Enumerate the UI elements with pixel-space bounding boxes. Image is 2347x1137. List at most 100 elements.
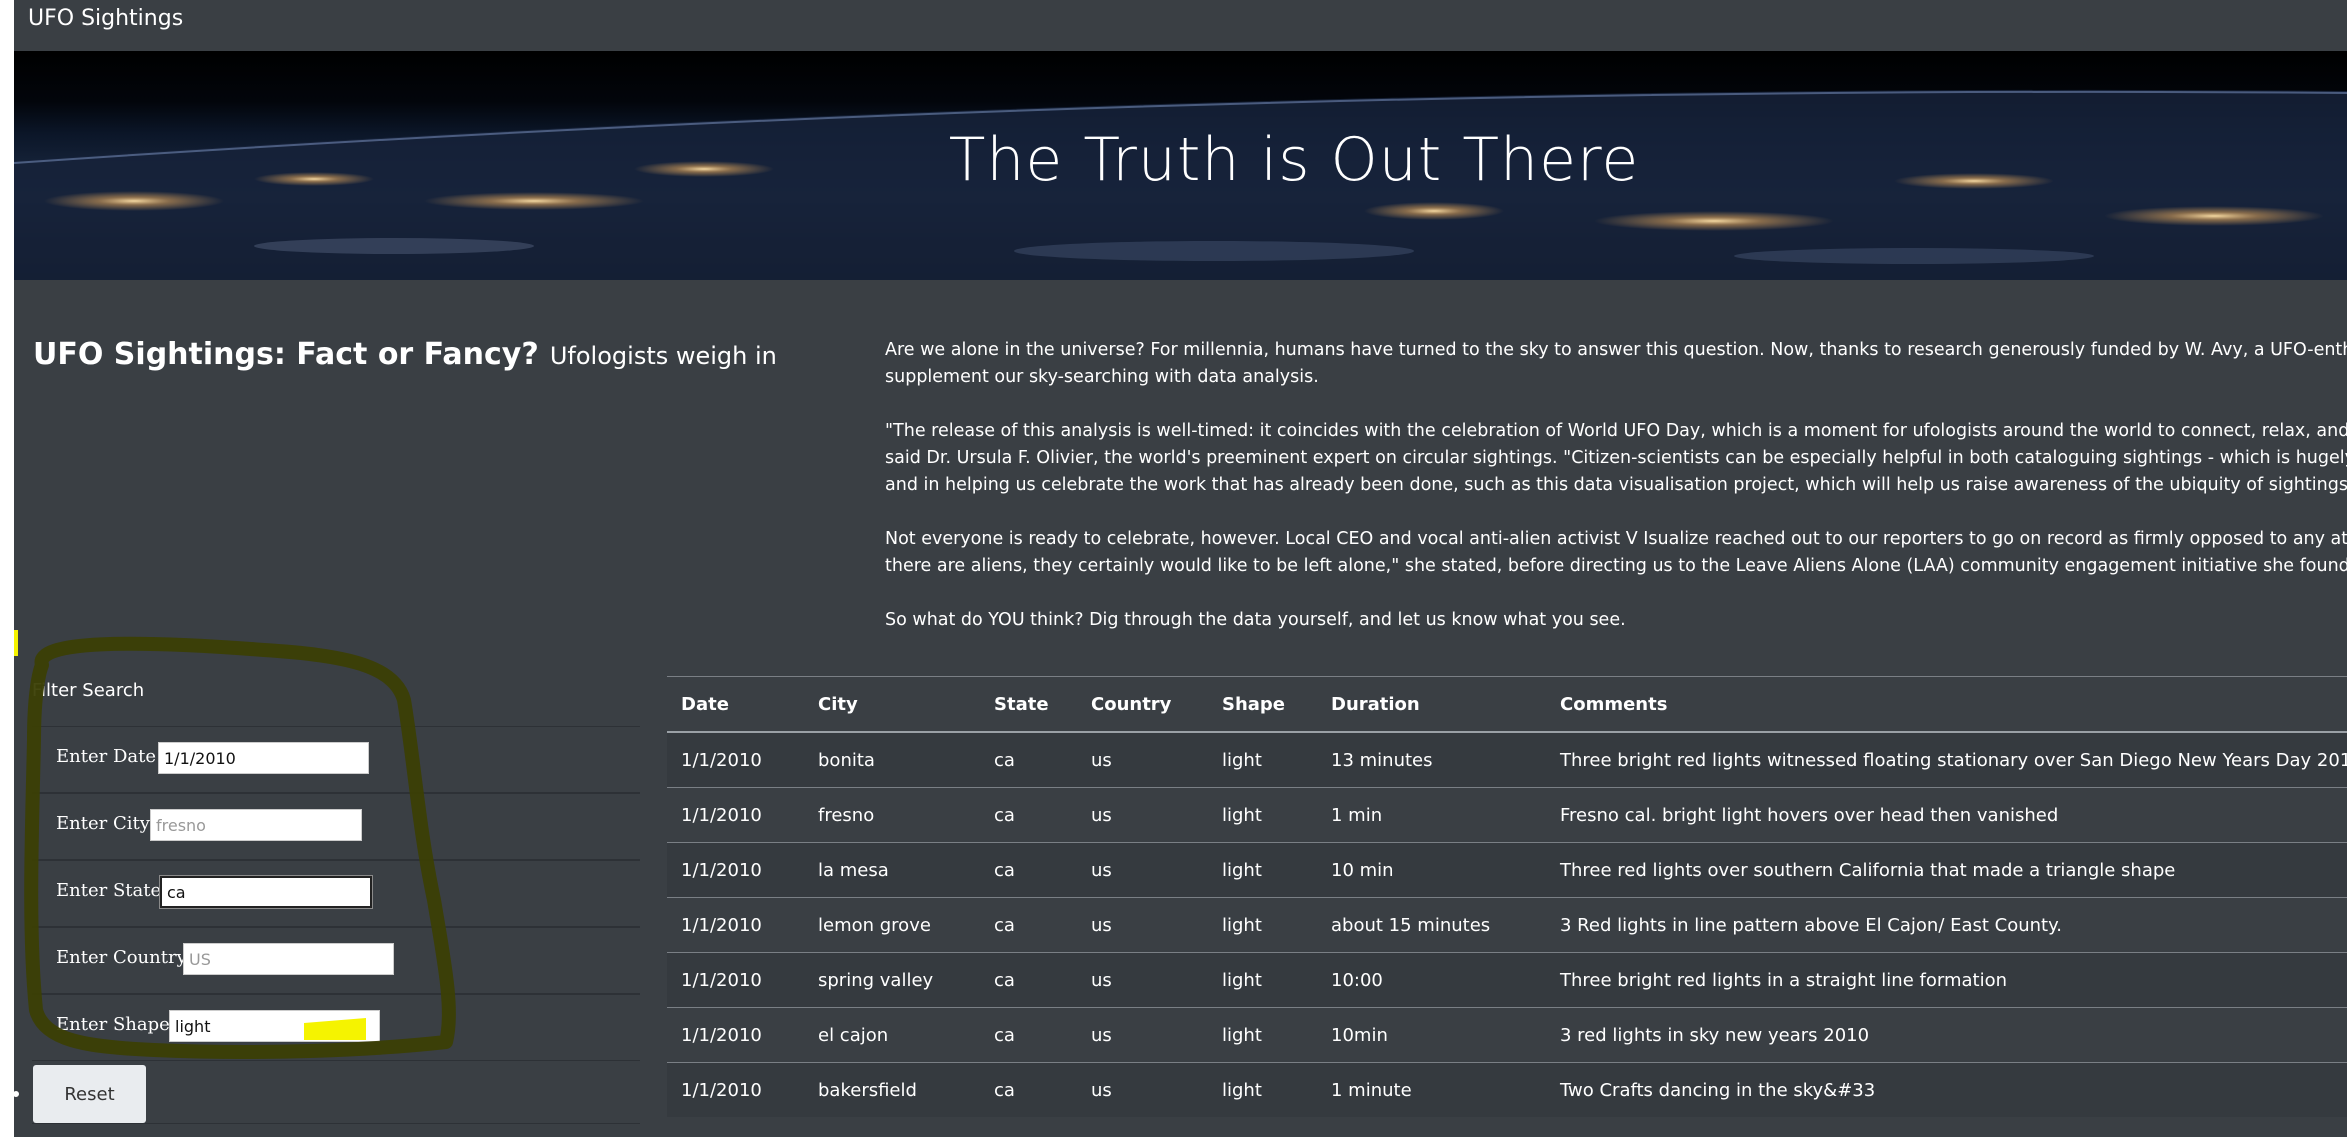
article-paragraph: "The release of this analysis is well-ti… xyxy=(885,418,2347,499)
cell-date: 1/1/2010 xyxy=(667,1007,804,1063)
cell-state: ca xyxy=(980,731,1077,788)
city-input[interactable] xyxy=(150,809,362,841)
filter-row-shape: Enter Shape xyxy=(32,994,640,1061)
article-line: Not everyone is ready to celebrate, howe… xyxy=(885,529,2347,549)
cell-country: us xyxy=(1077,952,1208,1008)
filter-row-country: Enter Country xyxy=(32,927,640,994)
cell-date: 1/1/2010 xyxy=(667,952,804,1008)
cell-city: la mesa xyxy=(804,842,980,898)
article-line: and in helping us celebrate the work tha… xyxy=(885,475,2347,495)
column-header-state[interactable]: State xyxy=(980,676,1077,733)
hero-banner: The Truth is Out There xyxy=(14,51,2347,280)
table-row: 1/1/2010 la mesa ca us light 10 min Thre… xyxy=(667,842,2347,898)
column-header-country[interactable]: Country xyxy=(1077,676,1208,733)
cell-city: fresno xyxy=(804,787,980,843)
cell-state: ca xyxy=(980,897,1077,953)
state-input[interactable] xyxy=(160,876,372,908)
cell-comments: Fresno cal. bright light hovers over hea… xyxy=(1546,787,2347,843)
hero-title: The Truth is Out There xyxy=(948,125,1640,195)
cell-date: 1/1/2010 xyxy=(667,1062,804,1117)
cell-shape: light xyxy=(1208,1062,1317,1117)
page: UFO Sightings The Truth is Out There UFO… xyxy=(14,0,2347,1137)
divider xyxy=(32,1123,640,1124)
cell-comments: Two Crafts dancing in the sky&#33 xyxy=(1546,1062,2347,1117)
cell-state: ca xyxy=(980,952,1077,1008)
cell-duration: 1 minute xyxy=(1317,1062,1546,1117)
cell-duration: about 15 minutes xyxy=(1317,897,1546,953)
sightings-table: Date City State Country Shape Duration C… xyxy=(667,676,2347,1117)
country-label: Enter Country xyxy=(56,947,187,968)
cell-shape: light xyxy=(1208,787,1317,843)
cell-duration: 10 min xyxy=(1317,842,1546,898)
cell-state: ca xyxy=(980,1062,1077,1117)
column-header-date[interactable]: Date xyxy=(667,676,804,733)
cell-comments: 3 red lights in sky new years 2010 xyxy=(1546,1007,2347,1063)
cell-city: bakersfield xyxy=(804,1062,980,1117)
table-header-row: Date City State Country Shape Duration C… xyxy=(667,676,2347,733)
cell-city: lemon grove xyxy=(804,897,980,953)
article-paragraph: So what do YOU think? Dig through the da… xyxy=(885,607,2347,634)
city-label: Enter City xyxy=(56,813,150,834)
date-input[interactable] xyxy=(158,742,369,774)
filter-row-date: Enter Date xyxy=(32,726,640,793)
cell-date: 1/1/2010 xyxy=(667,787,804,843)
filter-row-city: Enter City xyxy=(32,793,640,860)
cell-duration: 1 min xyxy=(1317,787,1546,843)
cell-city: el cajon xyxy=(804,1007,980,1063)
heading-sub: Ufologists weigh in xyxy=(549,342,777,370)
table-row: 1/1/2010 lemon grove ca us light about 1… xyxy=(667,897,2347,953)
cell-duration: 13 minutes xyxy=(1317,731,1546,788)
column-header-duration[interactable]: Duration xyxy=(1317,676,1546,733)
sightings-table-container: Date City State Country Shape Duration C… xyxy=(667,676,2347,1117)
cursor-dot xyxy=(14,1091,19,1097)
table-row: 1/1/2010 fresno ca us light 1 min Fresno… xyxy=(667,787,2347,843)
cell-shape: light xyxy=(1208,842,1317,898)
article-paragraph: Not everyone is ready to celebrate, howe… xyxy=(885,526,2347,580)
article-paragraph: Are we alone in the universe? For millen… xyxy=(885,337,2347,391)
shape-input[interactable] xyxy=(169,1010,380,1042)
heading-main: UFO Sightings: Fact or Fancy? xyxy=(33,337,539,372)
cell-shape: light xyxy=(1208,731,1317,788)
cell-shape: light xyxy=(1208,952,1317,1008)
cell-shape: light xyxy=(1208,1007,1317,1063)
filter-search-title: Filter Search xyxy=(32,680,145,701)
state-label: Enter State xyxy=(56,880,162,901)
cell-city: spring valley xyxy=(804,952,980,1008)
cell-date: 1/1/2010 xyxy=(667,731,804,788)
article-line: Are we alone in the universe? For millen… xyxy=(885,340,2347,360)
table-row: 1/1/2010 bakersfield ca us light 1 minut… xyxy=(667,1062,2347,1117)
cell-comments: Three red lights over southern Californi… xyxy=(1546,842,2347,898)
article-line: So what do YOU think? Dig through the da… xyxy=(885,610,1626,630)
article-line: there are aliens, they certainly would l… xyxy=(885,556,2347,576)
table-row: 1/1/2010 el cajon ca us light 10min 3 re… xyxy=(667,1007,2347,1063)
cell-duration: 10:00 xyxy=(1317,952,1546,1008)
cell-city: bonita xyxy=(804,731,980,788)
cell-country: us xyxy=(1077,897,1208,953)
article-line: said Dr. Ursula F. Olivier, the world's … xyxy=(885,448,2347,468)
navbar: UFO Sightings xyxy=(14,0,2347,51)
cell-date: 1/1/2010 xyxy=(667,842,804,898)
cell-state: ca xyxy=(980,842,1077,898)
cell-comments: 3 Red lights in line pattern above El Ca… xyxy=(1546,897,2347,953)
shape-label: Enter Shape xyxy=(56,1014,170,1035)
cell-comments: Three bright red lights witnessed floati… xyxy=(1546,731,2347,788)
cell-comments: Three bright red lights in a straight li… xyxy=(1546,952,2347,1008)
country-input[interactable] xyxy=(183,943,394,975)
cell-country: us xyxy=(1077,842,1208,898)
navbar-brand[interactable]: UFO Sightings xyxy=(28,6,183,31)
article-text: Are we alone in the universe? For millen… xyxy=(885,337,2347,661)
cell-country: us xyxy=(1077,787,1208,843)
reset-button[interactable]: Reset xyxy=(33,1065,146,1123)
column-header-comments[interactable]: Comments xyxy=(1546,676,2347,733)
cell-duration: 10min xyxy=(1317,1007,1546,1063)
cell-country: us xyxy=(1077,731,1208,788)
table-row: 1/1/2010 bonita ca us light 13 minutes T… xyxy=(667,731,2347,788)
cell-state: ca xyxy=(980,1007,1077,1063)
cell-country: us xyxy=(1077,1007,1208,1063)
cell-country: us xyxy=(1077,1062,1208,1117)
article-line: "The release of this analysis is well-ti… xyxy=(885,421,2347,441)
cell-state: ca xyxy=(980,787,1077,843)
highlighter-mark xyxy=(14,630,18,656)
column-header-shape[interactable]: Shape xyxy=(1208,676,1317,733)
column-header-city[interactable]: City xyxy=(804,676,980,733)
